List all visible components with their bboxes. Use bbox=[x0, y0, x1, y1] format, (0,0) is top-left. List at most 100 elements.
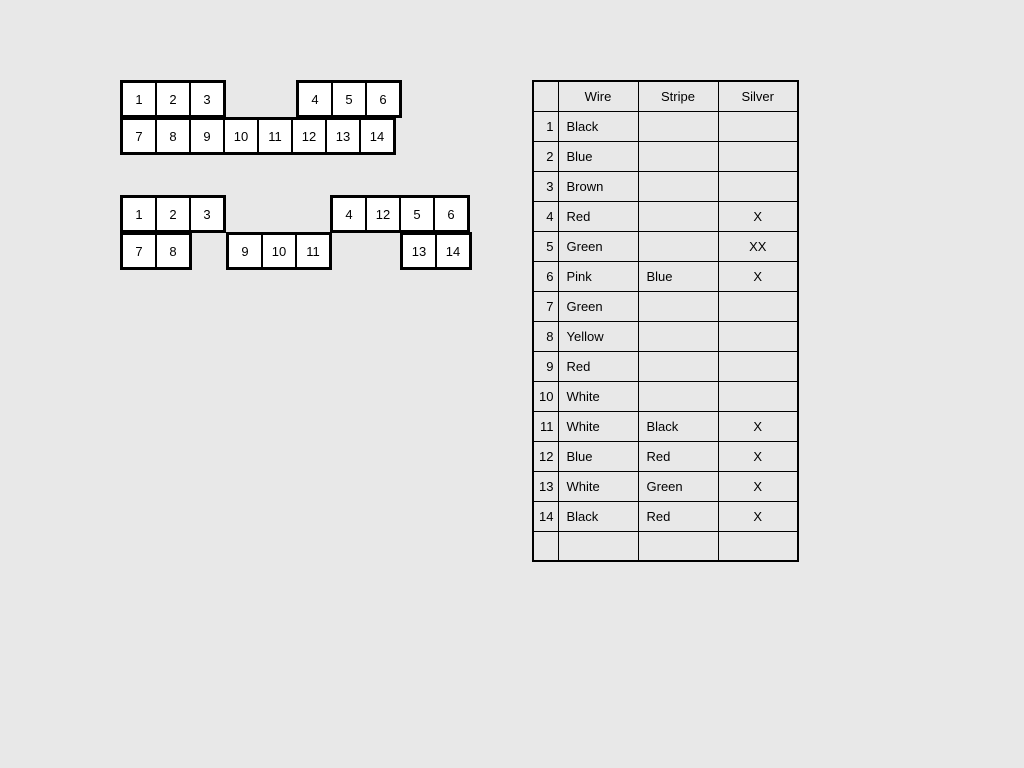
cell-stripe bbox=[638, 351, 718, 381]
table-row: 8Yellow bbox=[533, 321, 798, 351]
cell-stripe bbox=[638, 381, 718, 411]
cell-2-5: 5 bbox=[400, 197, 434, 231]
cell-1-13: 13 bbox=[326, 119, 360, 153]
cell-2-8: 8 bbox=[156, 234, 190, 268]
cell-2-14: 14 bbox=[436, 234, 470, 268]
connector-1-bottom-row: 7 8 9 10 11 12 13 14 bbox=[120, 117, 472, 155]
wire-table: Wire Stripe Silver 1Black2Blue3Brown4Red… bbox=[532, 80, 799, 562]
cell-2-1: 1 bbox=[122, 197, 156, 231]
table-row: 9Red bbox=[533, 351, 798, 381]
table-row: 3Brown bbox=[533, 171, 798, 201]
connector-2-bottom-row: 7 8 9 10 11 13 14 bbox=[120, 232, 472, 270]
cell-1-11: 11 bbox=[258, 119, 292, 153]
cell-wire: White bbox=[558, 411, 638, 441]
cell-2-4: 4 bbox=[332, 197, 366, 231]
header-wire: Wire bbox=[558, 81, 638, 111]
connector-2: 1 2 3 4 12 5 6 7 8 bbox=[120, 195, 472, 270]
wire-table-container: Wire Stripe Silver 1Black2Blue3Brown4Red… bbox=[532, 80, 799, 562]
cell-row-num bbox=[533, 531, 558, 561]
cell-2-10: 10 bbox=[262, 234, 296, 268]
cell-1-1: 1 bbox=[122, 82, 156, 116]
cell-silver: XX bbox=[718, 231, 798, 261]
header-num bbox=[533, 81, 558, 111]
cell-stripe bbox=[638, 291, 718, 321]
cell-wire: White bbox=[558, 471, 638, 501]
cell-row-num: 4 bbox=[533, 201, 558, 231]
cell-stripe bbox=[638, 201, 718, 231]
cell-silver: X bbox=[718, 411, 798, 441]
connector-2-group-c: 7 8 bbox=[120, 232, 192, 270]
cell-silver: X bbox=[718, 261, 798, 291]
table-row: 7Green bbox=[533, 291, 798, 321]
cell-1-5: 5 bbox=[332, 82, 366, 116]
table-row: 5Green XX bbox=[533, 231, 798, 261]
cell-silver: X bbox=[718, 471, 798, 501]
table-row: 12BlueRedX bbox=[533, 441, 798, 471]
cell-stripe bbox=[638, 141, 718, 171]
cell-1-14: 14 bbox=[360, 119, 394, 153]
cell-row-num: 3 bbox=[533, 171, 558, 201]
cell-silver bbox=[718, 531, 798, 561]
cell-1-6: 6 bbox=[366, 82, 400, 116]
cell-row-num: 11 bbox=[533, 411, 558, 441]
cell-2-7: 7 bbox=[122, 234, 156, 268]
cell-2-12: 12 bbox=[366, 197, 400, 231]
cell-1-9: 9 bbox=[190, 119, 224, 153]
cell-stripe: Green bbox=[638, 471, 718, 501]
cell-2-3: 3 bbox=[190, 197, 224, 231]
cell-silver bbox=[718, 321, 798, 351]
table-row: 10White bbox=[533, 381, 798, 411]
cell-2-11: 11 bbox=[296, 234, 330, 268]
table-row: 13WhiteGreenX bbox=[533, 471, 798, 501]
cell-silver bbox=[718, 291, 798, 321]
cell-wire: Black bbox=[558, 111, 638, 141]
cell-silver: X bbox=[718, 441, 798, 471]
table-row: 4Red X bbox=[533, 201, 798, 231]
cell-stripe bbox=[638, 231, 718, 261]
cell-stripe: Red bbox=[638, 501, 718, 531]
connector-2-group-d: 9 10 11 bbox=[226, 232, 332, 270]
connector-1-group-b: 4 5 6 bbox=[296, 80, 402, 118]
cell-wire: Pink bbox=[558, 261, 638, 291]
cell-silver bbox=[718, 141, 798, 171]
cell-row-num: 7 bbox=[533, 291, 558, 321]
cell-wire: Blue bbox=[558, 441, 638, 471]
cell-wire bbox=[558, 531, 638, 561]
cell-row-num: 14 bbox=[533, 501, 558, 531]
cell-1-12: 12 bbox=[292, 119, 326, 153]
cell-silver bbox=[718, 351, 798, 381]
cell-stripe bbox=[638, 531, 718, 561]
cell-2-6: 6 bbox=[434, 197, 468, 231]
cell-wire: Green bbox=[558, 231, 638, 261]
cell-wire: Red bbox=[558, 201, 638, 231]
connector-2-group-e: 13 14 bbox=[400, 232, 472, 270]
cell-wire: Yellow bbox=[558, 321, 638, 351]
cell-row-num: 10 bbox=[533, 381, 558, 411]
cell-1-2: 2 bbox=[156, 82, 190, 116]
cell-silver: X bbox=[718, 501, 798, 531]
cell-silver: X bbox=[718, 201, 798, 231]
cell-wire: Green bbox=[558, 291, 638, 321]
cell-stripe: Red bbox=[638, 441, 718, 471]
cell-wire: Red bbox=[558, 351, 638, 381]
cell-row-num: 13 bbox=[533, 471, 558, 501]
table-row: 1Black bbox=[533, 111, 798, 141]
cell-row-num: 2 bbox=[533, 141, 558, 171]
cell-1-10: 10 bbox=[224, 119, 258, 153]
cell-wire: White bbox=[558, 381, 638, 411]
cell-row-num: 8 bbox=[533, 321, 558, 351]
cell-1-3: 3 bbox=[190, 82, 224, 116]
connector-1-group-a: 1 2 3 bbox=[120, 80, 226, 118]
cell-row-num: 12 bbox=[533, 441, 558, 471]
connector-1-top-row: 1 2 3 4 5 6 bbox=[120, 80, 472, 118]
cell-stripe: Blue bbox=[638, 261, 718, 291]
table-row bbox=[533, 531, 798, 561]
cell-row-num: 5 bbox=[533, 231, 558, 261]
table-row: 6PinkBlueX bbox=[533, 261, 798, 291]
table-row: 14BlackRedX bbox=[533, 501, 798, 531]
cell-1-7: 7 bbox=[122, 119, 156, 153]
cell-silver bbox=[718, 171, 798, 201]
cell-stripe bbox=[638, 321, 718, 351]
cell-wire: Blue bbox=[558, 141, 638, 171]
connectors-panel: 1 2 3 4 5 6 7 8 9 10 11 bbox=[120, 80, 472, 562]
